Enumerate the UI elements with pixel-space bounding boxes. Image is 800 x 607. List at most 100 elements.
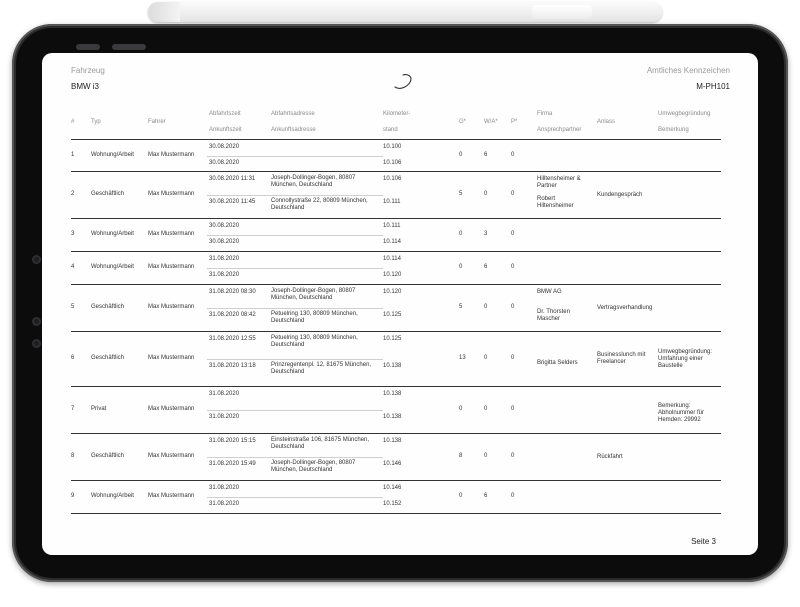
departure-time: 31.08.2020 08:30 [209, 289, 256, 295]
row-divider [207, 457, 383, 458]
header-stand: stand [383, 127, 398, 133]
km-start: 10.106 [383, 176, 402, 182]
departure-time: 31.08.2020 [209, 256, 240, 262]
ansprechpartner: Robert Hiltensheimer [537, 196, 574, 209]
arrival-address: Petuelring 130, 80809 München, Deutschla… [271, 311, 358, 324]
page-number: Seite 3 [691, 537, 716, 546]
row-num: 4 [71, 264, 75, 270]
header-typ: Typ [91, 119, 101, 125]
row-p: 0 [511, 493, 515, 499]
departure-time: 30.08.2020 11:31 [209, 176, 256, 182]
row-num: 2 [71, 191, 75, 197]
km-end: 10.125 [383, 312, 402, 318]
ansprechpartner: Brigitta Selders [537, 360, 578, 366]
km-start: 10.146 [383, 485, 402, 491]
departure-address: Einsteinstraße 106, 81675 München, Deuts… [271, 437, 370, 450]
arrival-time: 31.08.2020 13:18 [209, 363, 256, 369]
trip-log-table: # Typ Fahrer Abfahrtszeit Ankunftszeit A… [71, 109, 721, 514]
row-anlass: Businesslunch mit Freelancer [597, 352, 646, 365]
arrival-time: 30.08.2020 [209, 239, 240, 245]
arrival-address: Prinzregentenpl. 12, 81675 München, Deut… [271, 362, 372, 375]
row-fahrer: Max Mustermann [148, 355, 195, 361]
row-typ: Wohnung/Arbeit [91, 493, 134, 499]
row-p: 0 [511, 264, 515, 270]
row-p: 0 [511, 406, 515, 412]
km-end: 10.152 [383, 501, 402, 507]
pencil-tip [148, 2, 180, 22]
row-typ: Geschäftlich [91, 191, 125, 197]
arrival-address: Connollystraße 22, 80809 München, Deutsc… [271, 198, 368, 211]
header-ankunftszeit: Ankunftszeit [209, 127, 242, 133]
row-divider [207, 359, 383, 360]
header-bemerkung: Bemerkung [658, 127, 689, 133]
table-row: 2 Geschäftlich Max Mustermann 5 0 0 Kundengesp… [71, 172, 721, 219]
row-num: 8 [71, 453, 75, 459]
arrival-time: 31.08.2020 [209, 414, 240, 420]
header-g: G* [459, 119, 467, 125]
tablet-screen: Fahrzeug BMW i3 Amtliches Kennzeichen M-… [42, 53, 758, 555]
row-fahrer: Max Mustermann [148, 231, 195, 237]
row-anlass: Rückfahrt [597, 453, 623, 460]
row-note: Bemerkung: Abholnummer für Hemden: 29992 [658, 403, 705, 423]
row-wa: 0 [484, 406, 488, 412]
row-divider [207, 308, 383, 309]
arrival-address: Joseph-Dollinger-Bogen, 80807 München, D… [271, 460, 356, 473]
row-num: 3 [71, 231, 75, 237]
row-wa: 0 [484, 191, 488, 197]
km-start: 10.138 [383, 438, 402, 444]
km-end: 10.114 [383, 239, 401, 245]
table-row: 6 Geschäftlich Max Mustermann 13 0 0 Businessl… [71, 332, 721, 387]
row-num: 9 [71, 493, 75, 499]
table-row: 8 Geschäftlich Max Mustermann 8 0 0 Rückfahrt 3… [71, 434, 721, 481]
arrival-time: 30.08.2020 [209, 160, 240, 166]
side-sensor-top [32, 255, 41, 264]
row-wa: 0 [484, 453, 488, 459]
row-typ: Wohnung/Arbeit [91, 264, 134, 270]
header-abfahrtsadresse: Abfahrtsadresse [271, 111, 315, 117]
header-ankunftsadresse: Ankunftsadresse [271, 127, 316, 133]
row-divider [207, 195, 383, 196]
km-start: 10.120 [383, 289, 402, 295]
row-fahrer: Max Mustermann [148, 264, 195, 270]
table-row: 4 Wohnung/Arbeit Max Mustermann 0 6 0 31.08.20… [71, 252, 721, 285]
departure-address: Petuelring 130, 80809 München, Deutschla… [271, 335, 358, 348]
header-abfahrtszeit: Abfahrtszeit [209, 111, 241, 117]
top-button-right [112, 44, 146, 50]
row-fahrer: Max Mustermann [148, 493, 195, 499]
row-anlass: Kundengespräch [597, 191, 643, 198]
arrival-time: 31.08.2020 [209, 501, 240, 507]
row-typ: Geschäftlich [91, 453, 125, 459]
km-start: 10.138 [383, 391, 402, 397]
row-typ: Wohnung/Arbeit [91, 151, 134, 158]
header-firma: Firma [537, 111, 553, 117]
header-umwegbegruendung: Umwegbegründung [658, 111, 711, 117]
km-start: 10.111 [383, 223, 401, 229]
departure-time: 30.08.2020 [209, 144, 240, 150]
firma: Hilltensheimer & Partner [537, 176, 581, 189]
row-wa: 0 [484, 304, 488, 310]
row-divider [207, 268, 383, 269]
row-num: 6 [71, 355, 75, 361]
km-end: 10.138 [383, 363, 402, 369]
header-num: # [71, 119, 75, 125]
km-end: 10.120 [383, 272, 402, 278]
departure-time: 31.08.2020 15:15 [209, 438, 256, 444]
top-button-left [76, 44, 100, 50]
departure-time: 30.08.2020 [209, 223, 240, 229]
row-typ: Privat [91, 406, 107, 412]
row-anlass: Vertragsverhandlung [597, 304, 653, 311]
row-fahrer: Max Mustermann [148, 304, 195, 310]
arrival-time: 30.08.2020 11:45 [209, 199, 256, 205]
km-start: 10.125 [383, 336, 402, 342]
departure-address: Joseph-Dollinger-Bogen, 80807 München, D… [271, 288, 356, 301]
row-divider [207, 410, 383, 411]
header-p: P* [511, 119, 518, 125]
table-header-row: # Typ Fahrer Abfahrtszeit Ankunftszeit A… [71, 109, 721, 140]
row-fahrer: Max Mustermann [148, 406, 195, 412]
ansprechpartner: Dr. Thorsten Mascher [537, 309, 570, 322]
row-num: 5 [71, 304, 75, 310]
vehicle-label: Fahrzeug [71, 66, 105, 75]
vehicle-value: BMW i3 [71, 82, 99, 91]
row-p: 0 [511, 453, 515, 459]
row-wa: 6 [484, 264, 488, 270]
